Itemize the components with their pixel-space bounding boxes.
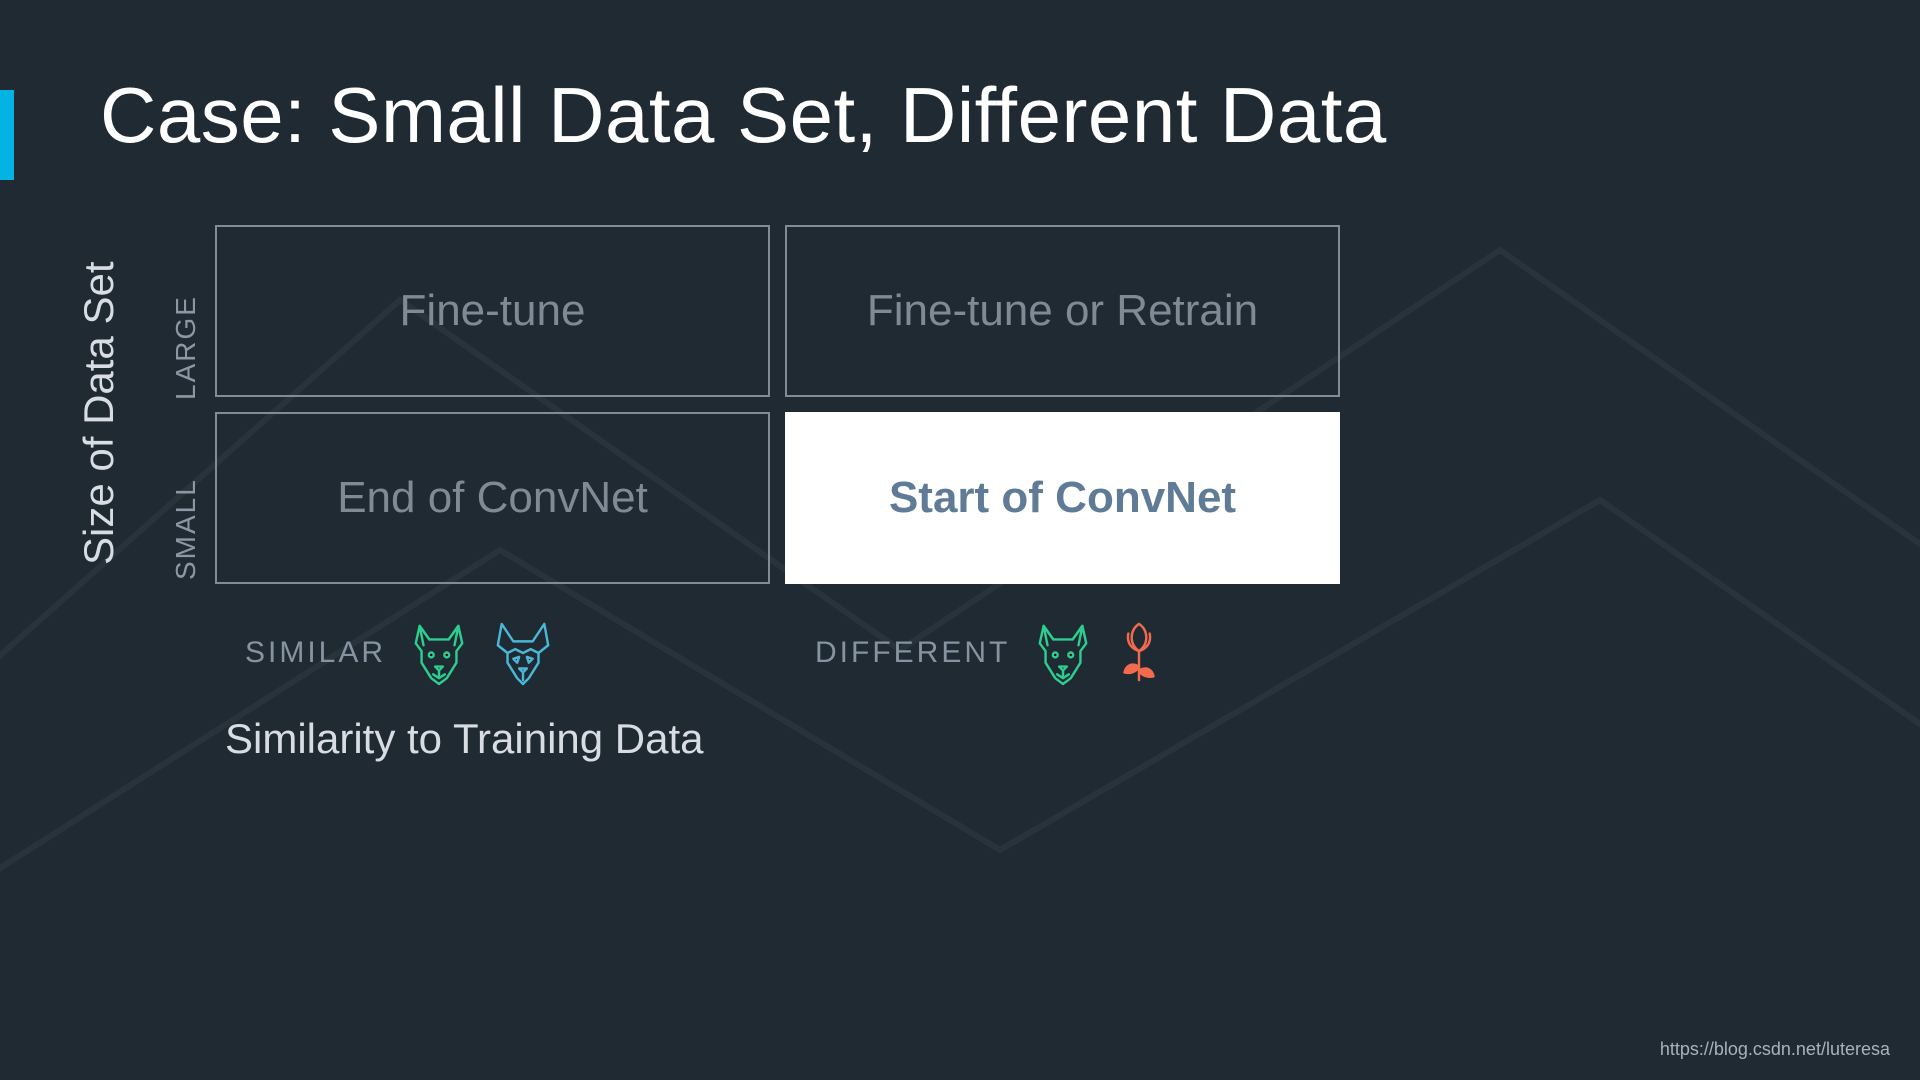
- dog-icon: [408, 620, 470, 686]
- strategy-matrix: Fine-tune Fine-tune or Retrain End of Co…: [215, 225, 1125, 584]
- footer-attribution: https://blog.csdn.net/luteresa: [1660, 1039, 1890, 1060]
- x-tick-similar: SIMILAR: [215, 620, 770, 686]
- x-tick-different: DIFFERENT: [785, 620, 1340, 686]
- x-tick-row: SIMILAR DIFFERENT: [215, 620, 1340, 686]
- wolf-icon: [492, 620, 554, 686]
- slide-title: Case: Small Data Set, Different Data: [100, 70, 1387, 161]
- x-tick-different-label: DIFFERENT: [815, 636, 1010, 670]
- cell-small-different: Start of ConvNet: [785, 412, 1340, 584]
- x-tick-similar-label: SIMILAR: [245, 636, 386, 670]
- y-axis-title: Size of Data Set: [75, 262, 123, 566]
- y-tick-large: LARGE: [170, 295, 202, 400]
- dog-icon: [1032, 620, 1094, 686]
- cell-small-similar: End of ConvNet: [215, 412, 770, 584]
- x-axis-title: Similarity to Training Data: [225, 715, 704, 763]
- cell-large-similar: Fine-tune: [215, 225, 770, 397]
- accent-bar: [0, 90, 14, 180]
- cell-large-different: Fine-tune or Retrain: [785, 225, 1340, 397]
- y-tick-small: SMALL: [170, 478, 202, 580]
- flower-icon: [1116, 620, 1162, 686]
